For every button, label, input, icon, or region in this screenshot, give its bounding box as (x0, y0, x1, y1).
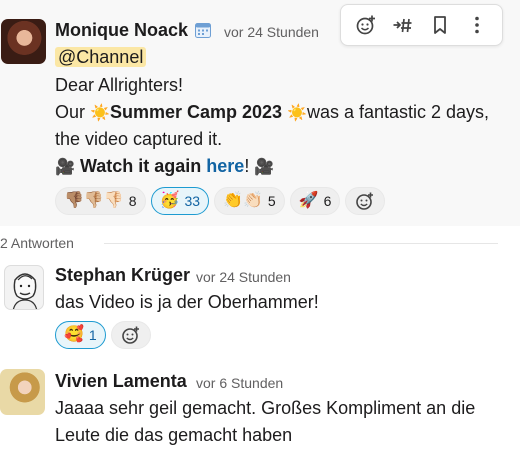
reaction-pill[interactable]: 🥳 33 (150, 187, 210, 215)
reaction-pill[interactable]: 🚀 6 (289, 187, 341, 215)
author-name[interactable]: Stephan Krüger (55, 265, 190, 286)
avatar-vivien[interactable] (0, 369, 45, 415)
line2-suffix: was a fantastic 2 days, (306, 102, 490, 122)
message-line-2: Our ☀️Summer Camp 2023 ☀️was a fantastic… (55, 102, 489, 123)
reaction-count: 8 (128, 193, 137, 209)
add-reaction-icon (356, 192, 374, 210)
avatar-sketch-icon (12, 273, 38, 309)
add-reaction-icon (121, 326, 139, 344)
sun-icon: ☀️ (287, 105, 307, 122)
add-reaction-button[interactable] (110, 321, 151, 349)
reply-reactions: 🥰 1 (55, 321, 151, 349)
movie-camera-icon: 🎥 (55, 159, 75, 176)
message-line-1: Dear Allrighters! (55, 75, 184, 95)
reaction-pill[interactable]: 👎🏽👎🏼👎🏻 8 (55, 187, 146, 215)
partying-face-icon: 🥳 (159, 192, 180, 209)
line2-prefix: Our (55, 102, 91, 122)
message-timestamp[interactable]: vor 24 Stunden (196, 269, 291, 285)
reaction-count: 1 (88, 327, 97, 343)
add-reaction-icon[interactable] (350, 9, 382, 41)
add-reaction-button[interactable] (345, 187, 386, 215)
reaction-pill[interactable]: 👏👏🏻 5 (214, 187, 285, 215)
message-timestamp[interactable]: vor 6 Stunden (196, 375, 283, 391)
movie-camera-icon: 🎥 (254, 159, 275, 176)
author-name[interactable]: Monique Noack (55, 20, 188, 41)
message-timestamp[interactable]: vor 24 Stunden (224, 24, 319, 40)
channel-mention[interactable]: @Channel (55, 47, 147, 67)
replies-count[interactable]: 2 Antworten (0, 235, 74, 251)
reaction-pill[interactable]: 🥰 1 (55, 321, 106, 349)
summer-camp-title: Summer Camp 2023 (109, 102, 283, 122)
more-actions-icon[interactable] (461, 9, 493, 41)
sun-icon: ☀️ (90, 105, 110, 122)
message-line-mention: @Channel (55, 47, 147, 68)
rocket-icon: 🚀 (298, 192, 319, 209)
clapping-hands-icon: 👏👏🏻 (223, 192, 263, 209)
reaction-count: 5 (267, 193, 276, 209)
smiling-face-with-hearts-icon: 🥰 (64, 326, 84, 343)
reply-in-channel-icon[interactable] (387, 9, 419, 41)
message-line-4: 🎥 Watch it again here! 🎥 (55, 156, 274, 177)
reaction-count: 33 (184, 193, 201, 209)
message-actions-toolbar (340, 4, 503, 46)
calendar-icon (194, 21, 212, 39)
bookmark-icon[interactable] (424, 9, 456, 41)
watch-again-label: Watch it again (79, 156, 207, 176)
avatar-stephan[interactable] (4, 265, 44, 310)
reaction-count: 6 (323, 193, 332, 209)
reply-text-line-2: Leute die das gemacht haben (55, 425, 293, 445)
reply-text: das Video is ja der Oberhammer! (55, 292, 319, 312)
avatar-monique[interactable] (1, 19, 46, 64)
thumbs-down-icon: 👎🏽👎🏼👎🏻 (64, 192, 124, 209)
message-line-3: the video captured it. (55, 129, 223, 149)
author-name[interactable]: Vivien Lamenta (55, 371, 187, 392)
replies-divider (104, 243, 498, 244)
exclamation: ! (244, 156, 250, 176)
parent-reactions: 👎🏽👎🏼👎🏻 8 🥳 33 👏👏🏻 5 🚀 6 (55, 187, 386, 215)
reply-text-line-1: Jaaaa sehr geil gemacht. Großes Komplime… (55, 398, 476, 418)
video-link[interactable]: here (206, 156, 244, 176)
